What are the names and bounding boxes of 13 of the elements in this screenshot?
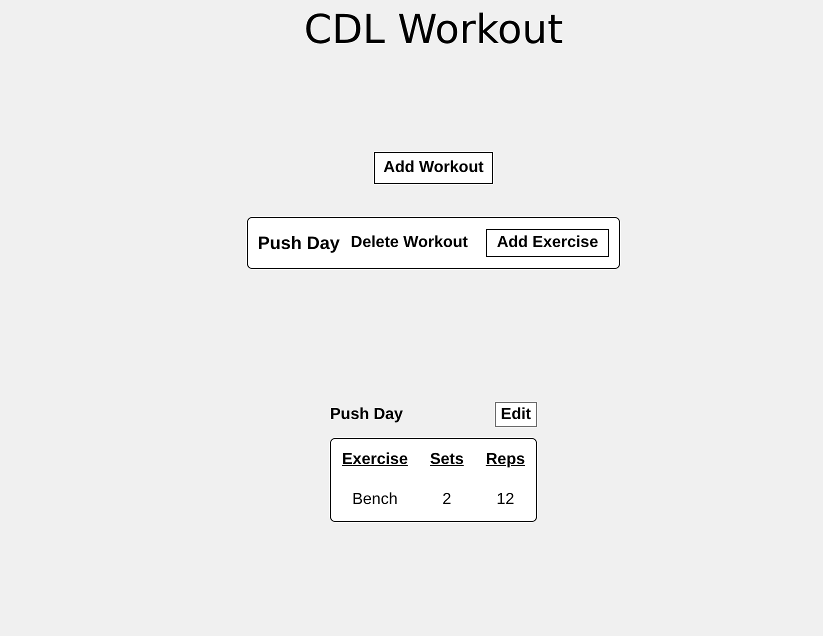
- workout-name: Push Day: [258, 233, 340, 253]
- page-title: CDL Workout: [304, 6, 564, 55]
- column-header: Exercise: [342, 451, 408, 469]
- column-header: Sets: [430, 451, 464, 469]
- table-cell-text: Bench: [351, 491, 399, 509]
- add-exercise-button[interactable]: Add Exercise: [486, 229, 610, 257]
- table-cell-text: 2: [441, 491, 452, 509]
- delete-workout-button[interactable]: Delete Workout: [350, 234, 468, 252]
- edit-button[interactable]: Edit: [494, 402, 537, 427]
- add-workout-button[interactable]: Add Workout: [374, 152, 493, 184]
- table-cell-text: 12: [496, 491, 516, 509]
- column-header: Reps: [486, 451, 525, 469]
- workout-title: Push Day: [330, 406, 403, 424]
